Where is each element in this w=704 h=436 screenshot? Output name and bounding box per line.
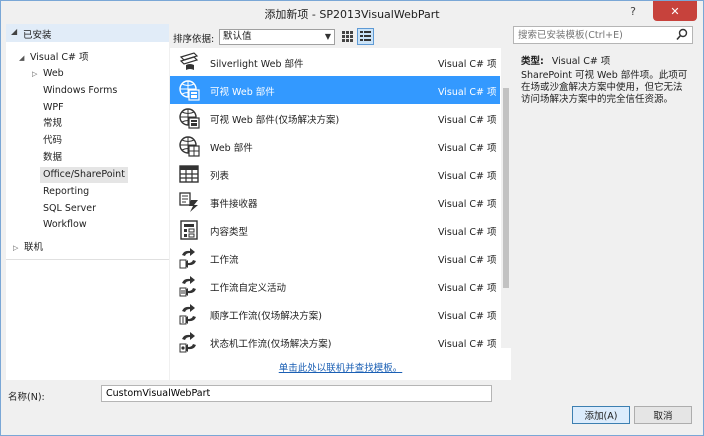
collapse-arrow-icon[interactable]: ◢	[11, 27, 17, 36]
template-item[interactable]: 工作流 Visual C# 项	[170, 244, 500, 272]
sort-dropdown[interactable]: 默认值 ▼	[219, 29, 335, 45]
help-button[interactable]: ?	[619, 1, 647, 21]
sequential-workflow-icon	[179, 304, 196, 325]
grid-icon	[342, 31, 353, 42]
content-type-icon	[180, 220, 198, 240]
find-templates-online-link[interactable]: 单击此处以联机并查找模板。	[170, 360, 511, 374]
template-details: 类型: Visual C# 项 SharePoint 可视 Web 部件项。此项可…	[513, 48, 693, 380]
scrollbar-thumb[interactable]	[503, 88, 509, 288]
expand-arrow-icon[interactable]: ◢	[19, 50, 24, 66]
workflow-icon	[179, 248, 196, 269]
tree-header-installed[interactable]: ◢ 已安装	[6, 24, 169, 42]
title-bar[interactable]: 添加新项 - SP2013VisualWebPart ? ✕	[1, 1, 703, 23]
tree-item-online[interactable]: ▷ 联机	[13, 240, 43, 256]
template-item[interactable]: 事件接收器 Visual C# 项	[170, 188, 500, 216]
list-view-icon	[360, 31, 371, 41]
template-item[interactable]: Silverlight Web 部件 Visual C# 项	[170, 48, 500, 76]
tree-item-windows-forms[interactable]: Windows Forms	[43, 83, 117, 99]
tree-item-general[interactable]: 常规	[43, 116, 62, 132]
tree-item-wpf[interactable]: WPF	[43, 100, 64, 116]
template-item[interactable]: Web 部件 Visual C# 项	[170, 132, 500, 160]
add-button[interactable]: 添加(A)	[572, 406, 630, 424]
collapsed-arrow-icon[interactable]: ▷	[13, 240, 18, 256]
tree-item-workflow[interactable]: Workflow	[43, 217, 87, 233]
webpart-icon	[179, 136, 200, 157]
tree-item-code[interactable]: 代码	[43, 133, 62, 149]
search-installed-templates[interactable]	[513, 26, 693, 44]
tree-divider	[6, 259, 169, 260]
template-item[interactable]: 工作流自定义活动 Visual C# 项	[170, 272, 500, 300]
chevron-down-icon: ▼	[324, 32, 331, 41]
dialog-footer: 名称(N): 添加(A) 取消	[6, 382, 700, 432]
tree-item-data[interactable]: 数据	[43, 150, 62, 166]
template-list-scrollbar[interactable]	[501, 48, 511, 348]
name-field[interactable]	[101, 385, 492, 402]
search-icon[interactable]	[676, 28, 688, 42]
template-description: SharePoint 可视 Web 部件项。此项可在场或沙盒解决方案中使用，但它…	[521, 70, 688, 105]
tree-item-web[interactable]: ▷ Web	[32, 66, 64, 82]
template-item[interactable]: 状态机工作流(仅场解决方案) Visual C# 项	[170, 328, 500, 356]
add-new-item-dialog: 添加新项 - SP2013VisualWebPart ? ✕ ◢ 已安装 ◢ V…	[0, 0, 704, 436]
name-label: 名称(N):	[8, 392, 45, 403]
close-button[interactable]: ✕	[653, 1, 697, 21]
template-item[interactable]: 内容类型 Visual C# 项	[170, 216, 500, 244]
tree-item-sql-server[interactable]: SQL Server	[43, 201, 96, 217]
tree-item-reporting[interactable]: Reporting	[43, 184, 89, 200]
sort-toolbar: 排序依据: 默认值 ▼	[169, 26, 511, 48]
sort-label: 排序依据:	[173, 34, 215, 45]
tree-item-visual-csharp[interactable]: ◢ Visual C# 项	[19, 50, 89, 66]
template-item[interactable]: 列表 Visual C# 项	[170, 160, 500, 188]
template-item[interactable]: 可视 Web 部件 Visual C# 项	[170, 76, 500, 104]
silverlight-webpart-icon	[179, 52, 199, 70]
list-icon	[179, 165, 199, 183]
state-machine-workflow-icon	[179, 332, 196, 353]
tree-item-office-sharepoint[interactable]: Office/SharePoint	[40, 167, 128, 183]
search-input[interactable]	[514, 27, 674, 43]
small-icons-view-button[interactable]	[339, 28, 356, 45]
details-view-button[interactable]	[357, 28, 374, 45]
visual-webpart-farm-icon	[179, 108, 200, 129]
collapsed-arrow-icon[interactable]: ▷	[32, 66, 37, 82]
template-type: 类型: Visual C# 项	[521, 56, 611, 67]
template-item[interactable]: 可视 Web 部件(仅场解决方案) Visual C# 项	[170, 104, 500, 132]
event-receiver-icon	[179, 192, 198, 212]
window-title: 添加新项 - SP2013VisualWebPart	[264, 8, 440, 21]
cancel-button[interactable]: 取消	[634, 406, 692, 424]
workflow-activity-icon	[179, 276, 196, 297]
category-tree: ◢ 已安装 ◢ Visual C# 项 ▷ Web Windows Forms …	[6, 24, 169, 380]
visual-webpart-icon	[179, 80, 200, 101]
template-item[interactable]: 顺序工作流(仅场解决方案) Visual C# 项	[170, 300, 500, 328]
template-list: Silverlight Web 部件 Visual C# 项 可视 Web 部件…	[170, 48, 511, 380]
